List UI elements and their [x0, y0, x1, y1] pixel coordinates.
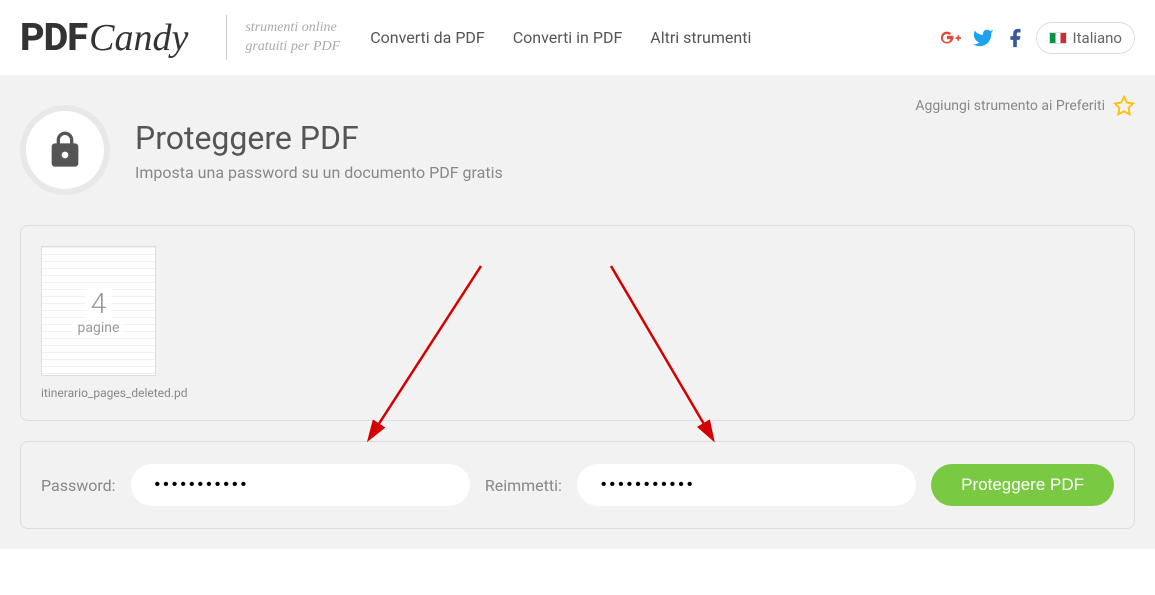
- italian-flag-icon: [1049, 32, 1067, 44]
- google-plus-icon[interactable]: [940, 27, 962, 49]
- file-item[interactable]: 4 pagine itinerario_pages_deleted.pd: [41, 246, 156, 400]
- file-panel: 4 pagine itinerario_pages_deleted.pd: [20, 225, 1135, 421]
- password-panel: Password: Reimmetti: Proteggere PDF: [20, 441, 1135, 529]
- main-content: Aggiungi strumento ai Preferiti Protegge…: [0, 75, 1155, 549]
- file-name: itinerario_pages_deleted.pd: [41, 386, 191, 400]
- lock-circle: [20, 105, 110, 195]
- divider: [226, 15, 227, 60]
- page-title: Proteggere PDF: [135, 119, 503, 157]
- add-to-favorites[interactable]: Aggiungi strumento ai Preferiti: [915, 95, 1135, 117]
- tagline-line1: strumenti online: [245, 19, 340, 37]
- tagline: strumenti online gratuiti per PDF: [245, 19, 340, 55]
- language-label: Italiano: [1073, 29, 1122, 47]
- annotation-arrow-2: [601, 266, 741, 450]
- tagline-line2: gratuiti per PDF: [245, 38, 340, 56]
- password-input[interactable]: [131, 464, 470, 506]
- star-icon: [1113, 95, 1135, 117]
- annotation-arrow-1: [361, 266, 501, 450]
- reenter-label: Reimmetti:: [485, 476, 562, 495]
- logo[interactable]: PDF Candy: [20, 16, 188, 60]
- nav: Converti da PDF Converti in PDF Altri st…: [370, 28, 751, 47]
- page-header: Proteggere PDF Imposta una password su u…: [20, 105, 1135, 195]
- facebook-icon[interactable]: [1004, 27, 1026, 49]
- favorites-label: Aggiungi strumento ai Preferiti: [915, 98, 1105, 114]
- twitter-icon[interactable]: [972, 27, 994, 49]
- logo-candy-text: Candy: [89, 16, 188, 60]
- logo-pdf-text: PDF: [20, 16, 87, 60]
- nav-other-tools[interactable]: Altri strumenti: [650, 28, 751, 47]
- password-label: Password:: [41, 476, 116, 495]
- nav-convert-to-pdf[interactable]: Converti in PDF: [513, 28, 623, 47]
- header: PDF Candy strumenti online gratuiti per …: [0, 0, 1155, 75]
- reenter-password-input[interactable]: [577, 464, 916, 506]
- page-subtitle: Imposta una password su un documento PDF…: [135, 163, 503, 182]
- lock-icon: [45, 130, 85, 170]
- file-thumbnail: 4 pagine: [41, 246, 156, 376]
- protect-pdf-button[interactable]: Proteggere PDF: [931, 464, 1114, 506]
- nav-convert-from-pdf[interactable]: Converti da PDF: [370, 28, 485, 47]
- page-count-label: pagine: [72, 320, 126, 336]
- header-right: Italiano: [940, 22, 1135, 54]
- language-selector[interactable]: Italiano: [1036, 22, 1135, 54]
- page-count: 4: [85, 287, 113, 320]
- page-titles: Proteggere PDF Imposta una password su u…: [135, 119, 503, 182]
